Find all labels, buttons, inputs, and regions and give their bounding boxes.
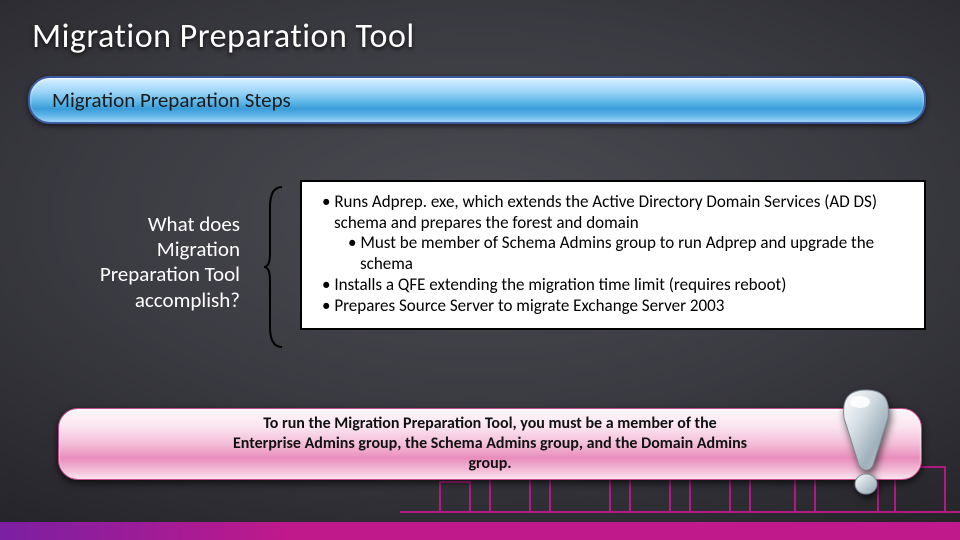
note-banner: To run the Migration Preparation Tool, y… (58, 408, 922, 480)
bottom-accent-bar (0, 522, 960, 540)
bullets-box: Runs Adprep. exe, which extends the Acti… (300, 180, 926, 330)
bullet-3: Prepares Source Server to migrate Exchan… (316, 296, 910, 317)
note-text: To run the Migration Preparation Tool, y… (230, 414, 750, 474)
bullet-1: Runs Adprep. exe, which extends the Acti… (316, 192, 910, 233)
steps-banner: Migration Preparation Steps (28, 76, 926, 124)
slide-title: Migration Preparation Tool (32, 16, 415, 57)
exclamation-icon (832, 388, 900, 496)
brace-icon (262, 183, 286, 351)
bullet-2: Installs a QFE extending the migration t… (316, 275, 910, 296)
steps-banner-text: Migration Preparation Steps (52, 87, 291, 113)
question-text: What does Migration Preparation Tool acc… (60, 212, 240, 313)
bullet-1a: Must be member of Schema Admins group to… (316, 233, 910, 274)
